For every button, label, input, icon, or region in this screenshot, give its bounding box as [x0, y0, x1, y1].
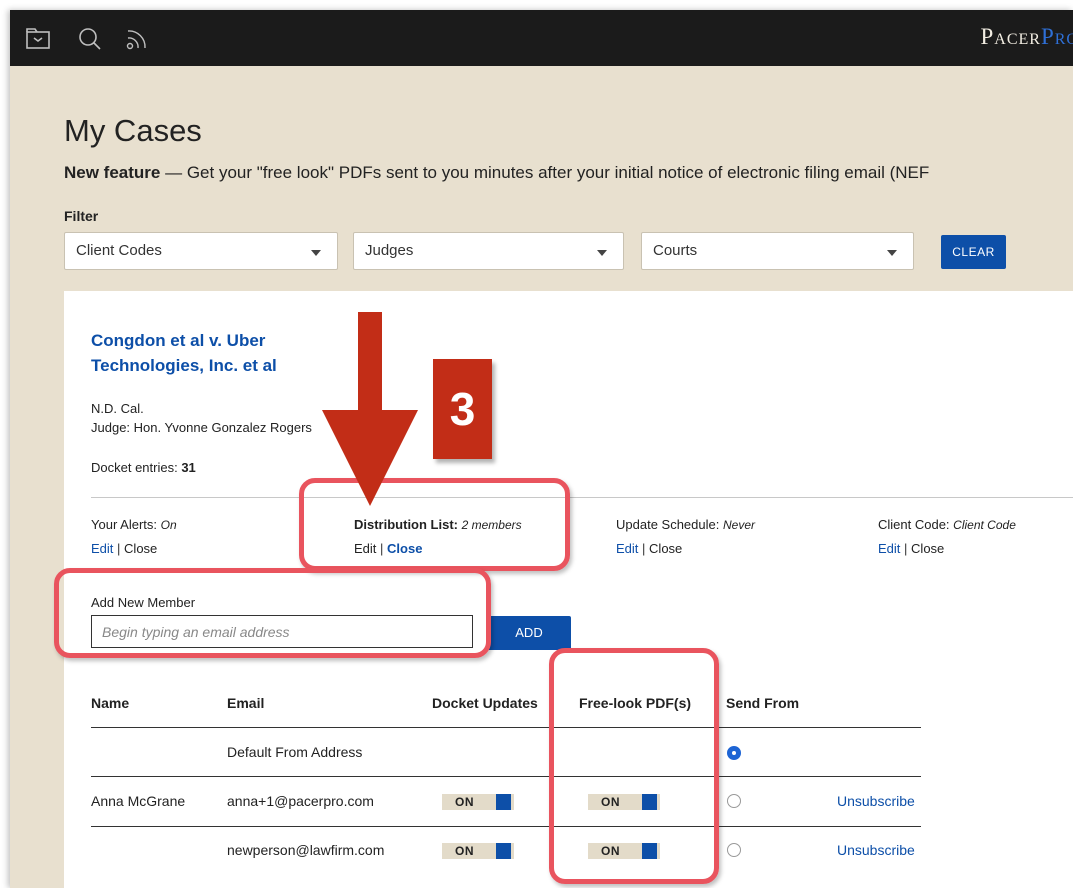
clear-button[interactable]: CLEAR [941, 235, 1006, 269]
column-header-name: Name [91, 695, 130, 711]
alerts-edit-link[interactable]: Edit [91, 541, 113, 556]
client-code-close-link[interactable]: Close [911, 541, 944, 556]
page-title: My Cases [64, 113, 202, 148]
free-look-column-highlight [549, 648, 719, 884]
client-code-edit-link[interactable]: Edit [878, 541, 900, 556]
feature-label: New feature [64, 163, 161, 182]
docket-entries: Docket entries: 31 [91, 460, 196, 475]
toggle-knob [496, 843, 511, 859]
row-email: anna+1@pacerpro.com [227, 793, 374, 809]
chevron-down-icon [887, 250, 897, 256]
courts-select[interactable]: Courts [641, 232, 914, 270]
column-header-email: Email [227, 695, 265, 711]
table-divider [91, 727, 921, 728]
table-divider [91, 826, 921, 827]
feature-announcement: New feature — Get your "free look" PDFs … [64, 163, 929, 183]
link-separator: | [117, 541, 121, 556]
case-title-link[interactable]: Congdon et al v. Uber Technologies, Inc.… [91, 328, 331, 378]
search-icon[interactable] [76, 26, 104, 52]
arrow-down-icon [322, 312, 418, 506]
client-code-setting: Client Code: Client Code Edit | Close [878, 517, 1016, 556]
update-schedule-label: Update Schedule: [616, 517, 720, 532]
client-code-label: Client Code: [878, 517, 950, 532]
alerts-close-link[interactable]: Close [124, 541, 157, 556]
rss-feed-icon[interactable] [124, 26, 152, 52]
docket-entries-count: 31 [181, 460, 196, 475]
send-from-radio[interactable] [727, 843, 741, 857]
row-email: Default From Address [227, 744, 363, 760]
alerts-value: On [160, 518, 177, 532]
divider [91, 497, 1073, 498]
case-court: N.D. Cal. [91, 401, 144, 416]
chevron-down-icon [597, 250, 607, 256]
brand-logo-part2: Pro [1040, 24, 1073, 49]
add-member-highlight [54, 568, 491, 658]
judges-select-value: Judges [365, 242, 414, 259]
alerts-setting: Your Alerts: On Edit | Close [91, 517, 177, 556]
link-separator: | [642, 541, 646, 556]
row-email: newperson@lawfirm.com [227, 842, 385, 858]
judges-select[interactable]: Judges [353, 232, 624, 270]
chevron-down-icon [311, 250, 321, 256]
client-code-value: Client Code [953, 518, 1016, 532]
update-schedule-close-link[interactable]: Close [649, 541, 682, 556]
link-separator: | [904, 541, 908, 556]
toggle-state: ON [455, 844, 474, 858]
send-from-radio-default[interactable] [727, 746, 741, 760]
client-codes-select[interactable]: Client Codes [64, 232, 338, 270]
docket-updates-toggle[interactable]: ON [442, 843, 514, 859]
row-name: Anna McGrane [91, 793, 186, 809]
update-schedule-edit-link[interactable]: Edit [616, 541, 638, 556]
toggle-state: ON [455, 795, 474, 809]
feature-text: — Get your "free look" PDFs sent to you … [160, 163, 930, 182]
unsubscribe-link[interactable]: Unsubscribe [837, 842, 915, 858]
client-codes-select-value: Client Codes [76, 242, 162, 259]
alerts-label: Your Alerts: [91, 517, 158, 532]
table-divider [91, 776, 921, 777]
update-schedule-setting: Update Schedule: Never Edit | Close [616, 517, 755, 556]
send-from-radio[interactable] [727, 794, 741, 808]
docket-entries-label: Docket entries: [91, 460, 182, 475]
app-window: PacerPro My Cases New feature — Get your… [10, 10, 1073, 888]
unsubscribe-link[interactable]: Unsubscribe [837, 793, 915, 809]
column-header-docket-updates: Docket Updates [432, 695, 538, 711]
step-number-badge: 3 [433, 359, 492, 459]
docket-updates-toggle[interactable]: ON [442, 794, 514, 810]
case-judge: Judge: Hon. Yvonne Gonzalez Rogers [91, 420, 312, 435]
brand-logo-part1: Pacer [980, 24, 1041, 49]
folder-icon[interactable] [24, 26, 52, 52]
column-header-send-from: Send From [726, 695, 800, 711]
toggle-knob [496, 794, 511, 810]
add-button[interactable]: ADD [487, 616, 571, 650]
top-bar: PacerPro [10, 10, 1073, 66]
update-schedule-value: Never [722, 518, 755, 532]
courts-select-value: Courts [653, 242, 698, 259]
brand-logo[interactable]: PacerPro [981, 24, 1073, 50]
filter-label: Filter [64, 208, 99, 224]
